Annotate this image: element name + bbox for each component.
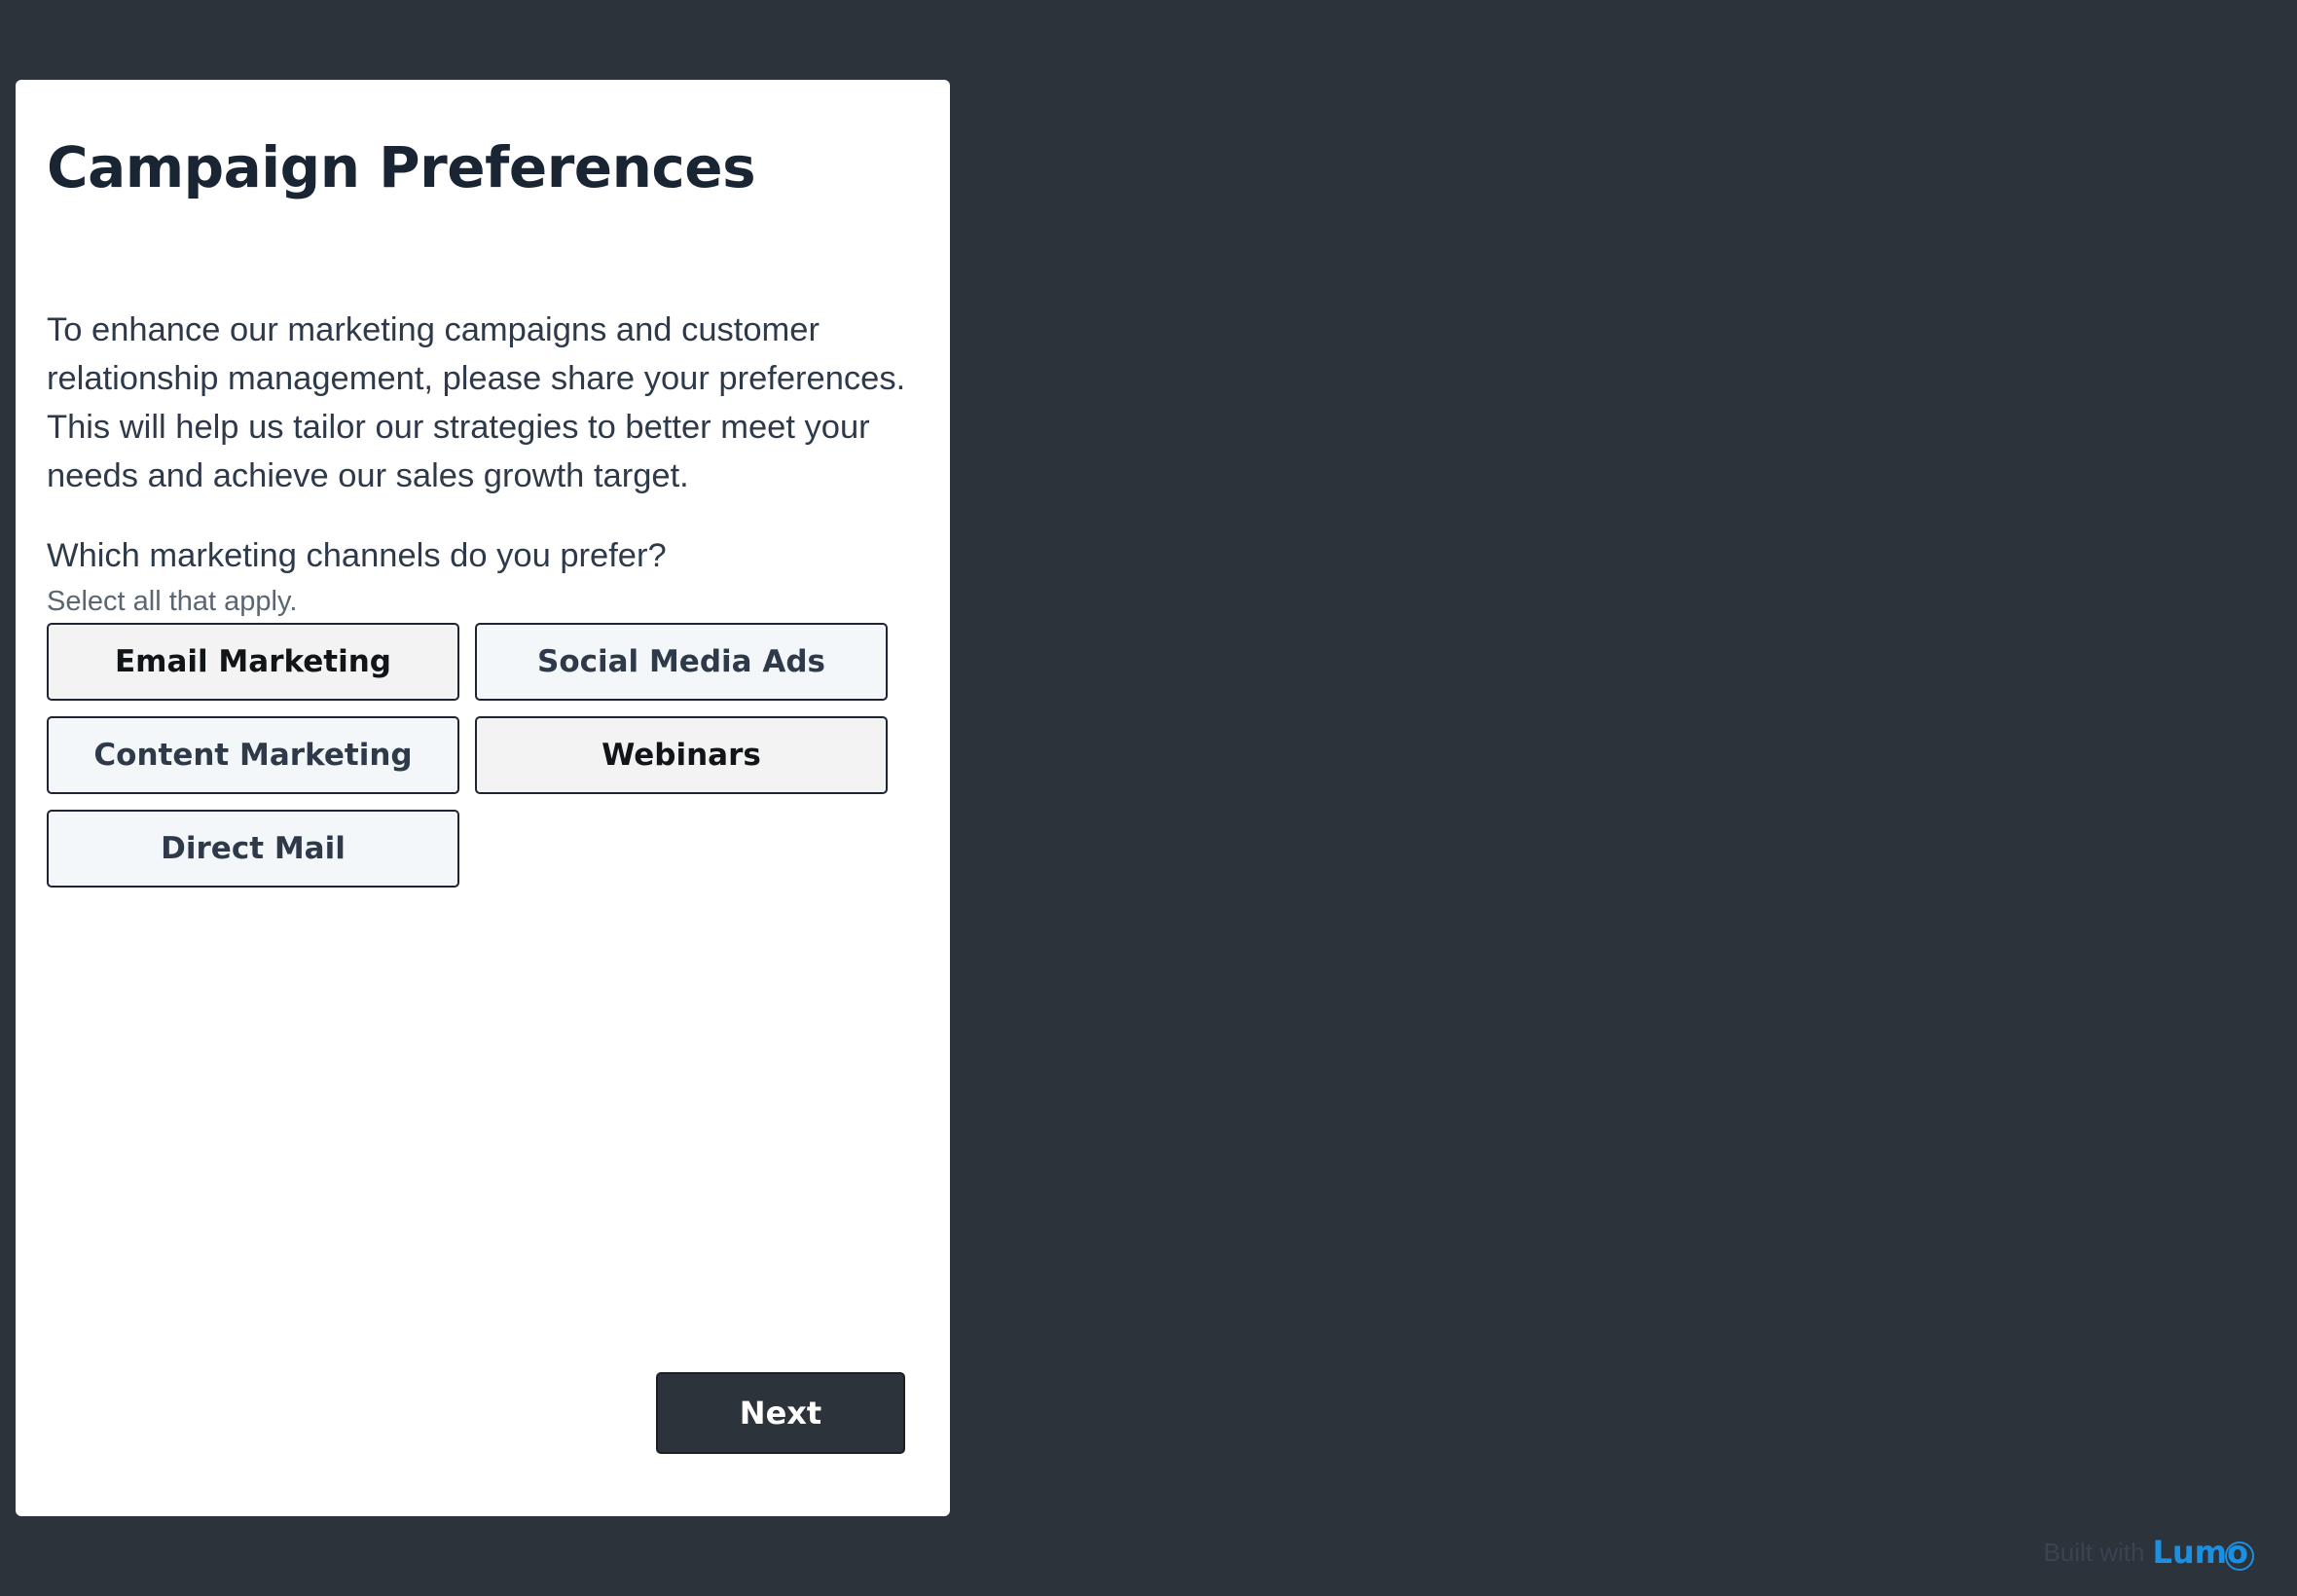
brand-ring-icon [2225, 1542, 2254, 1571]
built-with-text: Built with [2043, 1537, 2145, 1567]
option-direct-mail[interactable]: Direct Mail [47, 810, 459, 888]
question-hint: Select all that apply. [47, 586, 298, 617]
option-email-marketing[interactable]: Email Marketing [47, 623, 459, 701]
option-social-media-ads[interactable]: Social Media Ads [475, 623, 888, 701]
option-webinars[interactable]: Webinars [475, 716, 888, 794]
intro-text: To enhance our marketing campaigns and c… [47, 311, 906, 494]
brand-logo: Lumo [2153, 1534, 2254, 1571]
question-label: Which marketing channels do you prefer? [47, 537, 667, 574]
preferences-card [16, 80, 950, 1516]
next-button[interactable]: Next [656, 1372, 905, 1454]
page-title: Campaign Preferences [47, 134, 756, 200]
option-content-marketing[interactable]: Content Marketing [47, 716, 459, 794]
branding-footer[interactable]: Built with Lumo [2043, 1534, 2254, 1571]
